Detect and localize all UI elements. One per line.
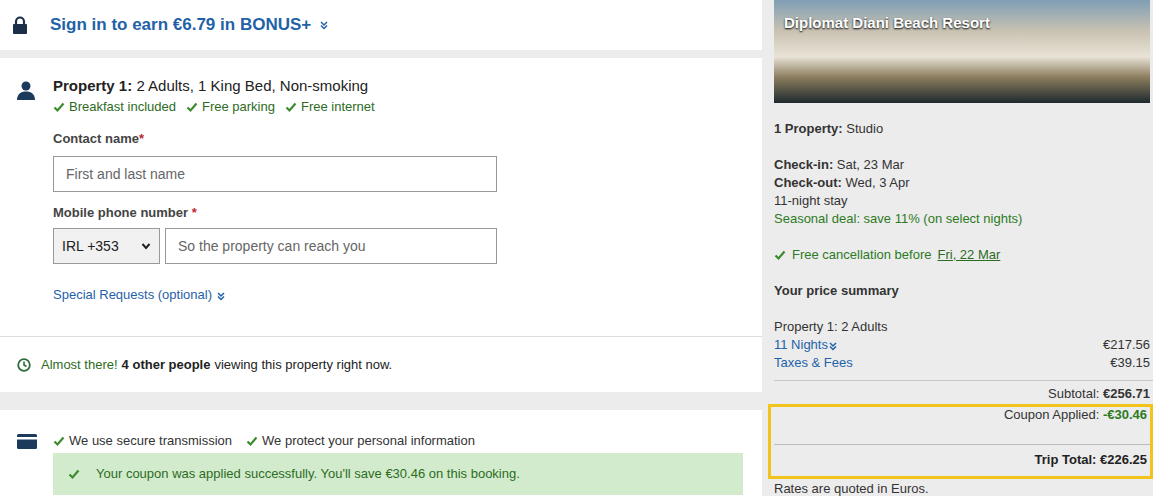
highlight-box [768,404,1153,479]
price-value: €217.56 [1103,336,1150,354]
urgency-row: Almost there! 4 other people viewing thi… [0,336,762,392]
property-details: 2 Adults, 1 King Bed, Non-smoking [136,77,368,94]
check-icon [246,435,258,447]
security-item: We use secure transmission [53,432,232,450]
country-code-select[interactable]: IRL +353 [53,228,160,264]
urgency-text: viewing this property right now. [214,357,392,372]
hotel-name: Diplomat Diani Beach Resort [784,14,990,31]
coupon-row: Coupon Applied: -€30.46 [774,404,1153,424]
phone-row: IRL +353 [53,228,497,264]
person-icon [16,80,36,100]
signin-card: Sign in to earn €6.79 in BONUS+ [0,0,762,50]
expand-chevron-icon [216,291,226,301]
contact-name-input[interactable] [53,156,497,192]
check-icon [186,101,198,113]
amenity: Breakfast included [53,98,176,116]
payment-card: We use secure transmission We protect you… [0,410,762,496]
special-requests-link[interactable]: Special Requests (optional) [53,286,226,304]
clock-icon [17,358,31,372]
price-line-link[interactable]: 11 Nights [774,336,838,354]
country-code-value: IRL +353 [62,238,119,254]
amenity-list: Breakfast included Free parking Free inter… [53,98,375,116]
check-in: Check-in: Sat, 23 Mar [774,156,1150,174]
currency-note: Rates are quoted in Euros. [774,480,1153,496]
subtotal-row: Subtotal: €256.71 [774,381,1153,404]
phone-input[interactable] [165,228,497,264]
expand-chevron-icon [319,20,329,30]
payment-content: We use secure transmission We protect you… [53,432,762,495]
booking-form-column: Sign in to earn €6.79 in BONUS+ Property… [0,0,762,496]
viewer-count: 4 other people [122,357,211,372]
free-cancellation: Free cancellation before Fri, 22 Mar [774,246,1150,264]
guest-line: Property 1: 2 Adults [774,318,1150,336]
trip-total-row: Trip Total: €226.25 [774,444,1153,479]
payment-block: We use secure transmission We protect you… [0,410,762,495]
check-icon [53,101,65,113]
contact-name-label: Contact name* [53,130,144,148]
price-line: Taxes & Fees €39.15 [774,354,1150,372]
price-line: 11 Nights €217.56 [774,336,1150,354]
hotel-photo: Diplomat Diani Beach Resort [774,0,1150,103]
signin-link[interactable]: Sign in to earn €6.79 in BONUS+ [50,15,311,35]
coupon-success-message: Your coupon was applied successfully. Yo… [53,453,743,495]
property-block: Property 1: 2 Adults, 1 King Bed, Non-sm… [0,58,762,336]
expand-chevron-icon [828,341,838,351]
property-label: Property 1: [53,77,132,94]
property-type: 1 Property: Studio [774,120,1150,138]
property-summary: Property 1: 2 Adults, 1 King Bed, Non-sm… [53,76,368,96]
check-icon [68,468,80,480]
check-icon [53,435,65,447]
required-mark: * [192,205,197,220]
security-item: We protect your personal information [246,432,475,450]
lock-icon [12,16,28,34]
summary-body: 1 Property: Studio Check-in: Sat, 23 Mar… [774,103,1153,381]
credit-card-icon [17,434,37,449]
check-out: Check-out: Wed, 3 Apr [774,174,1150,192]
price-value: €39.15 [1110,354,1150,372]
booking-page: Sign in to earn €6.79 in BONUS+ Property… [0,0,1153,496]
price-line-link[interactable]: Taxes & Fees [774,354,853,372]
coupon-message-text: Your coupon was applied successfully. Yo… [96,465,520,483]
dropdown-arrow-icon [141,241,151,251]
required-mark: * [139,131,144,146]
seasonal-deal: Seasonal deal: save 11% (on select night… [774,210,1150,228]
check-icon [285,101,297,113]
check-icon [774,249,786,261]
stay-length: 11-night stay [774,192,1150,210]
totals-group: Coupon Applied: -€30.46 Trip Total: €226… [774,404,1153,479]
trip-summary: Diplomat Diani Beach Resort 1 Property: … [774,0,1153,496]
security-list: We use secure transmission We protect you… [53,432,475,450]
amenity: Free parking [186,98,275,116]
cancellation-date-link[interactable]: Fri, 22 Mar [937,246,1000,264]
phone-label: Mobile phone number * [53,204,197,222]
coupon-value: -€30.46 [1103,407,1147,422]
guest-details-card: Property 1: 2 Adults, 1 King Bed, Non-sm… [0,58,762,392]
urgency-lead: Almost there! [41,357,118,372]
amenity: Free internet [285,98,375,116]
price-summary-title: Your price summary [774,282,1150,300]
property-content: Property 1: 2 Adults, 1 King Bed, Non-sm… [53,76,762,304]
